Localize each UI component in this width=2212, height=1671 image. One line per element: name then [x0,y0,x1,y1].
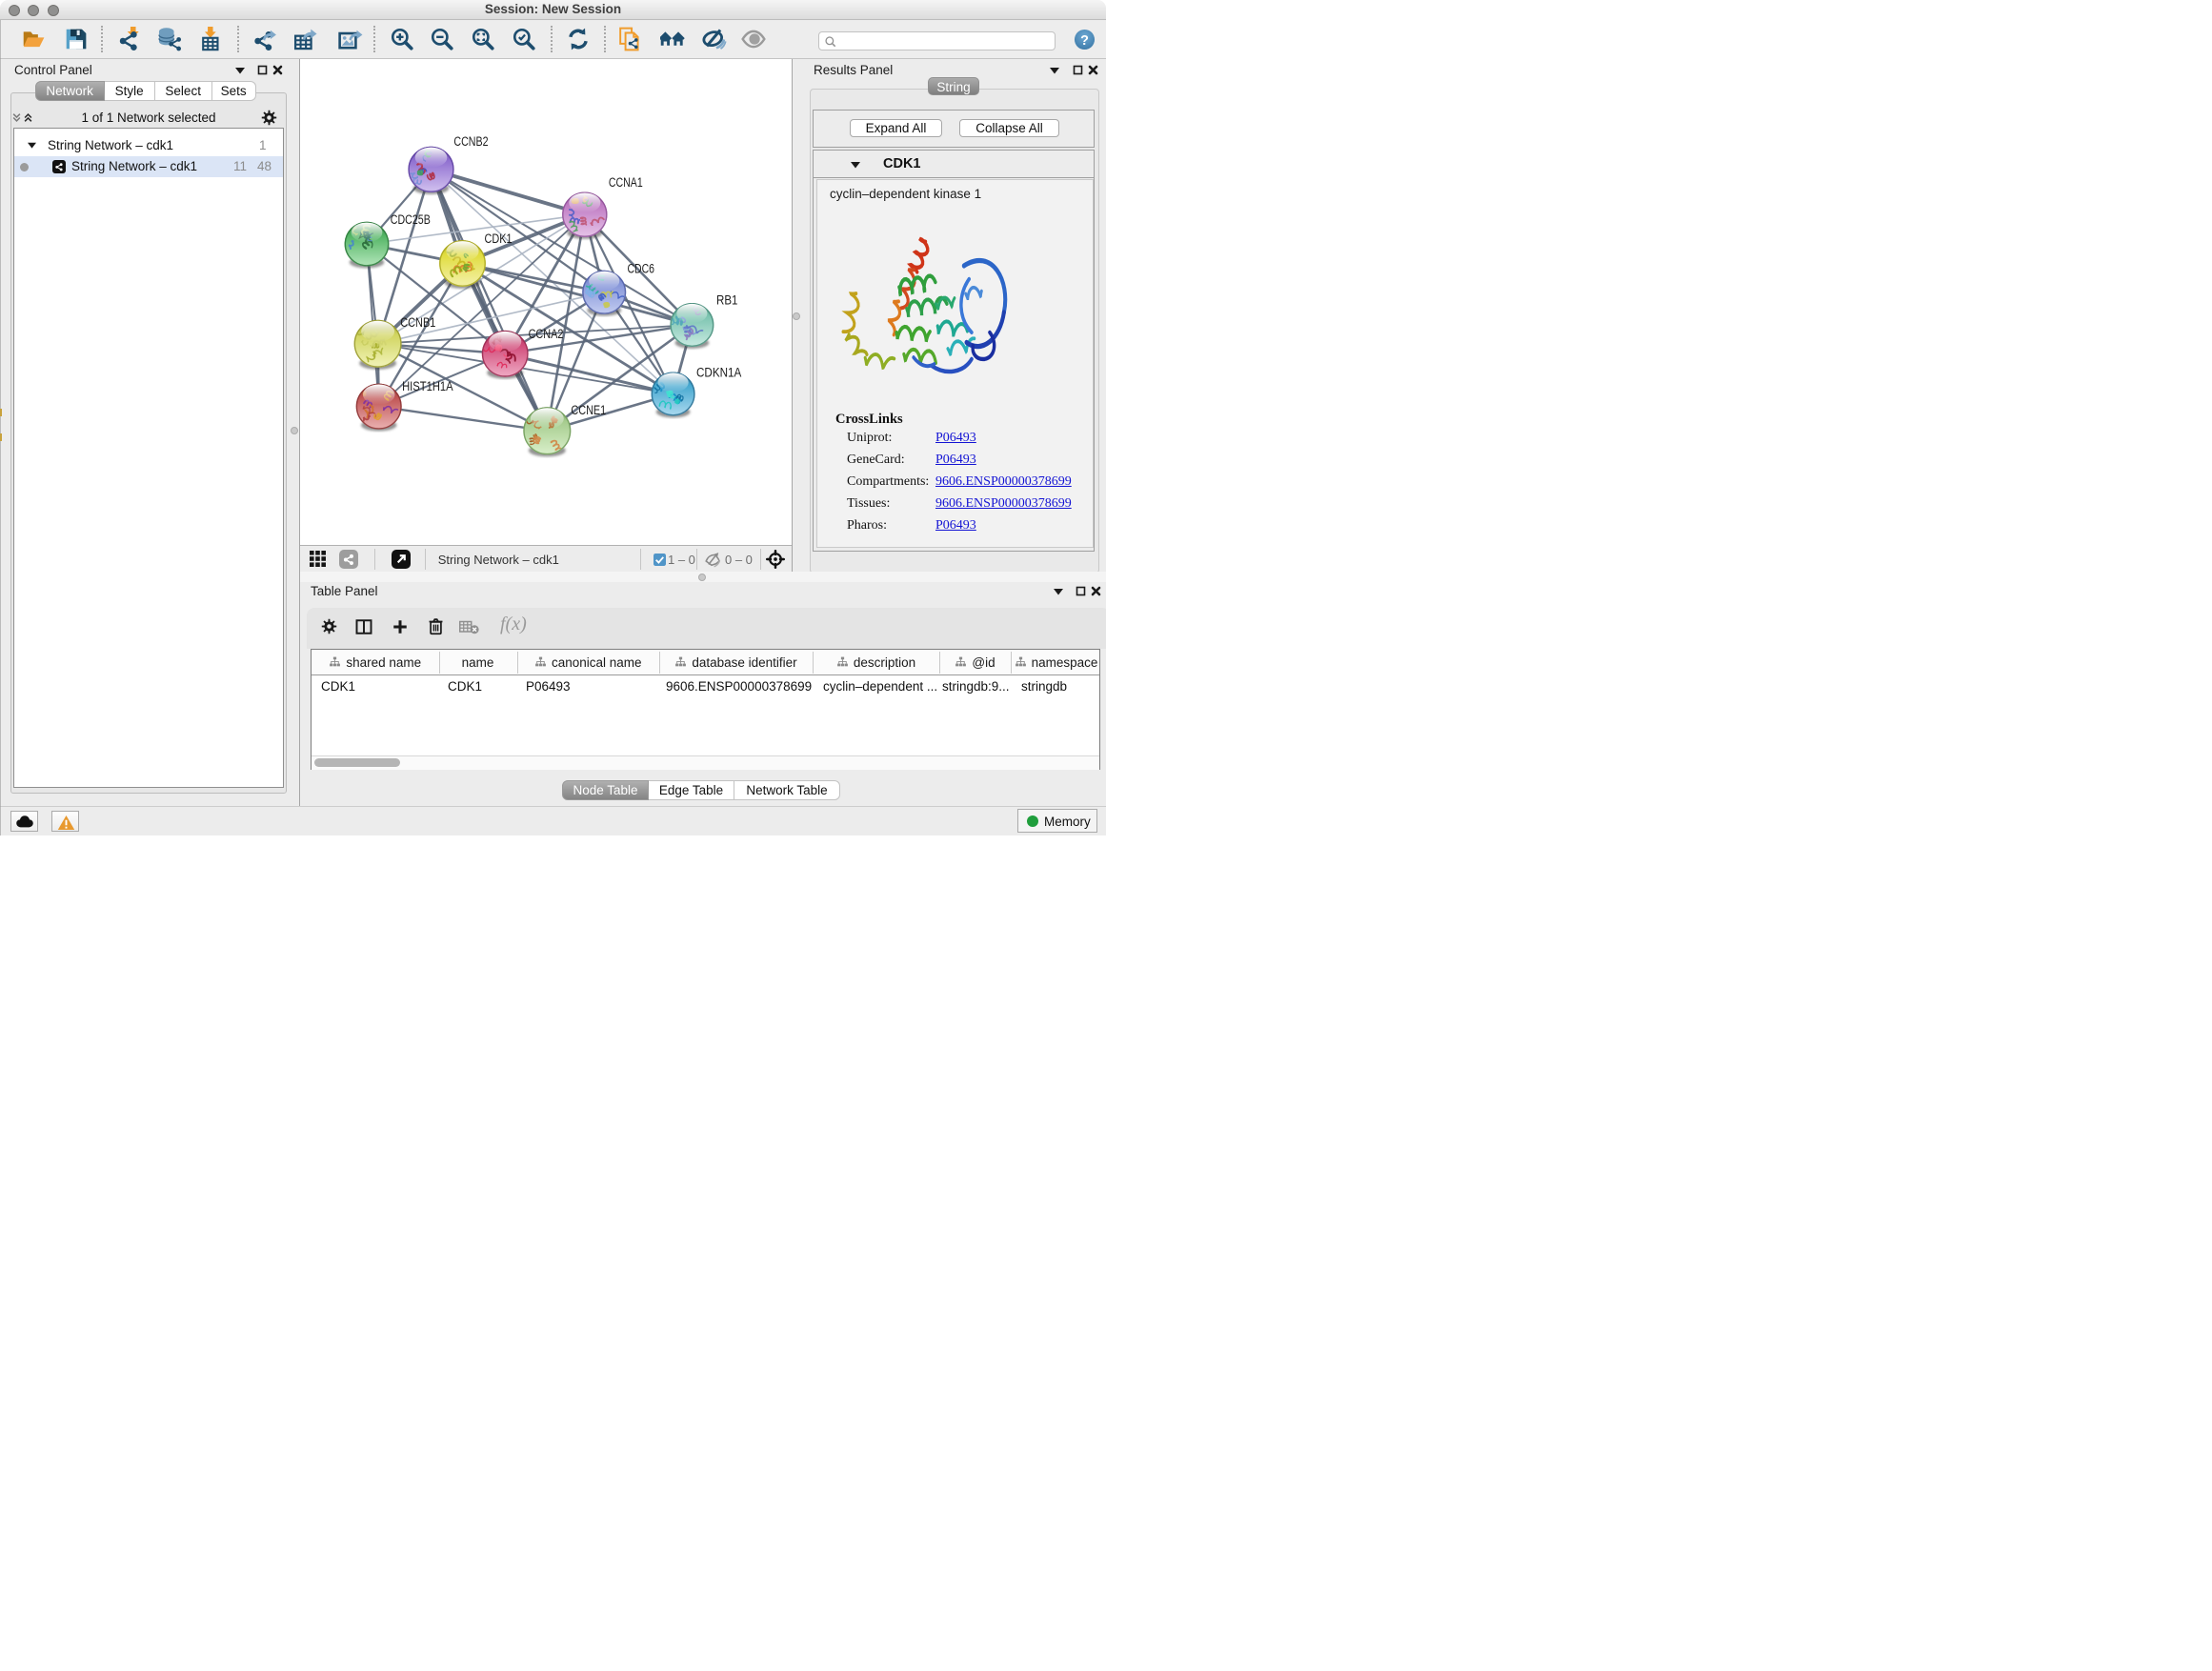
svg-text:CDK1: CDK1 [485,232,513,246]
svg-text:CDC25B: CDC25B [391,212,431,227]
svg-text:?: ? [1080,32,1089,48]
svg-text:CCNB1: CCNB1 [400,315,435,330]
svg-text:RB1: RB1 [716,292,737,307]
svg-text:CCNA1: CCNA1 [609,175,643,190]
svg-text:CDKN1A: CDKN1A [696,366,741,380]
svg-text:CCNB2: CCNB2 [453,134,488,149]
svg-text:HIST1H1A: HIST1H1A [402,379,453,393]
svg-text:CDC6: CDC6 [628,261,655,275]
svg-text:CCNA2: CCNA2 [529,327,564,341]
svg-text:CCNE1: CCNE1 [571,403,606,417]
